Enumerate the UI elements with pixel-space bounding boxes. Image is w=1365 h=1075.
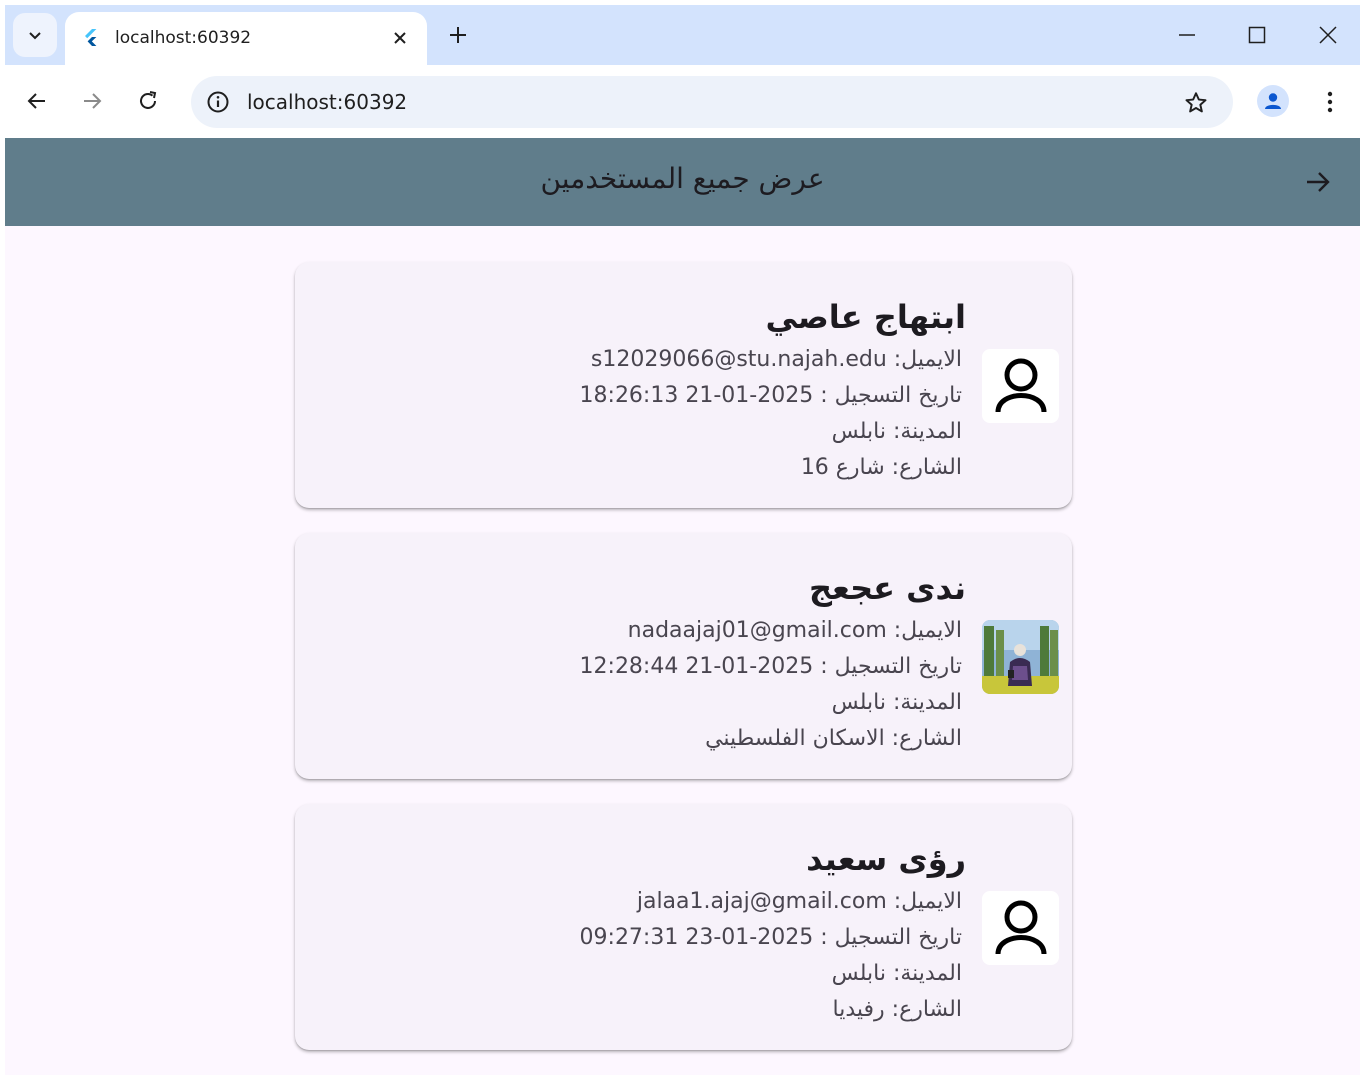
user-street: الشارع: شارع 16 — [800, 455, 962, 480]
more-vert-icon — [1327, 91, 1333, 113]
user-city: المدينة: نابلس — [831, 419, 962, 444]
close-icon — [394, 32, 406, 44]
user-info: رؤى سعيد الايميل: jalaa1.ajaj@gmail.com … — [402, 834, 966, 1028]
close-icon — [1319, 26, 1337, 44]
back-button[interactable] — [1301, 165, 1335, 199]
avatar — [982, 620, 1059, 694]
chevron-down-icon — [29, 32, 41, 40]
user-registration-date: تاريخ التسجيل : 2025-01-21 12:28:44 — [579, 654, 962, 679]
url-text[interactable]: localhost:60392 — [247, 90, 407, 114]
profile-icon — [1265, 93, 1281, 109]
minimize-icon — [1179, 34, 1195, 36]
tab-search-button[interactable] — [13, 13, 57, 57]
user-street: الشارع: رفيديا — [832, 997, 962, 1022]
back-button[interactable] — [20, 84, 54, 118]
tab-close-button[interactable] — [387, 25, 413, 51]
arrow-left-icon — [27, 93, 45, 109]
minimize-button[interactable] — [1171, 19, 1203, 51]
arrow-right-icon — [84, 93, 102, 109]
user-registration-date: تاريخ التسجيل : 2025-01-21 18:26:13 — [579, 383, 962, 408]
reload-icon — [140, 91, 157, 109]
user-name: ابتهاج عاصي — [765, 298, 966, 336]
address-bar[interactable]: localhost:60392 — [191, 76, 1233, 128]
user-card[interactable]: ندى عجعج الايميل: nadaajaj01@gmail.com ت… — [295, 533, 1072, 779]
user-registration-date: تاريخ التسجيل : 2025-01-23 09:27:31 — [579, 925, 962, 950]
user-card[interactable]: رؤى سعيد الايميل: jalaa1.ajaj@gmail.com … — [295, 804, 1072, 1050]
site-info-icon[interactable] — [205, 89, 231, 115]
new-tab-button[interactable] — [443, 20, 473, 50]
user-city: المدينة: نابلس — [831, 690, 962, 715]
forward-button[interactable] — [75, 84, 109, 118]
browser-tab[interactable]: localhost:60392 — [65, 12, 427, 65]
avatar — [982, 891, 1059, 965]
bookmark-star-icon[interactable] — [1181, 88, 1211, 118]
page-title: عرض جميع المستخدمين — [540, 162, 825, 195]
plus-icon — [450, 27, 466, 43]
browser-toolbar: localhost:60392 — [5, 65, 1360, 138]
profile-button[interactable] — [1257, 85, 1289, 117]
user-name: رؤى سعيد — [806, 840, 966, 878]
maximize-icon — [1248, 26, 1266, 44]
reload-button[interactable] — [131, 84, 165, 118]
user-card[interactable]: ابتهاج عاصي الايميل: s12029066@stu.najah… — [295, 262, 1072, 508]
user-photo — [982, 620, 1059, 694]
user-name: ندى عجعج — [808, 569, 966, 607]
window-close-button[interactable] — [1312, 19, 1344, 51]
app-bar: عرض جميع المستخدمين — [5, 138, 1360, 226]
tab-title: localhost:60392 — [115, 28, 252, 48]
browser-menu-button[interactable] — [1315, 85, 1345, 119]
user-email: الايميل: nadaajaj01@gmail.com — [627, 618, 962, 643]
user-email: الايميل: s12029066@stu.najah.edu — [590, 347, 962, 372]
person-outline-icon — [995, 900, 1046, 955]
app-viewport: عرض جميع المستخدمين ابتهاج عاصي الايميل:… — [5, 138, 1360, 1075]
avatar — [982, 349, 1059, 423]
flutter-icon — [85, 29, 97, 46]
browser-tab-strip: localhost:60392 — [5, 5, 1360, 65]
user-info: ابتهاج عاصي الايميل: s12029066@stu.najah… — [402, 292, 966, 486]
maximize-button[interactable] — [1241, 19, 1273, 51]
user-city: المدينة: نابلس — [831, 961, 962, 986]
arrow-right-icon — [1307, 172, 1330, 192]
user-email: الايميل: jalaa1.ajaj@gmail.com — [636, 889, 962, 914]
user-street: الشارع: الاسكان الفلسطيني — [705, 726, 962, 751]
person-outline-icon — [995, 358, 1046, 413]
user-info: ندى عجعج الايميل: nadaajaj01@gmail.com ت… — [402, 563, 966, 757]
